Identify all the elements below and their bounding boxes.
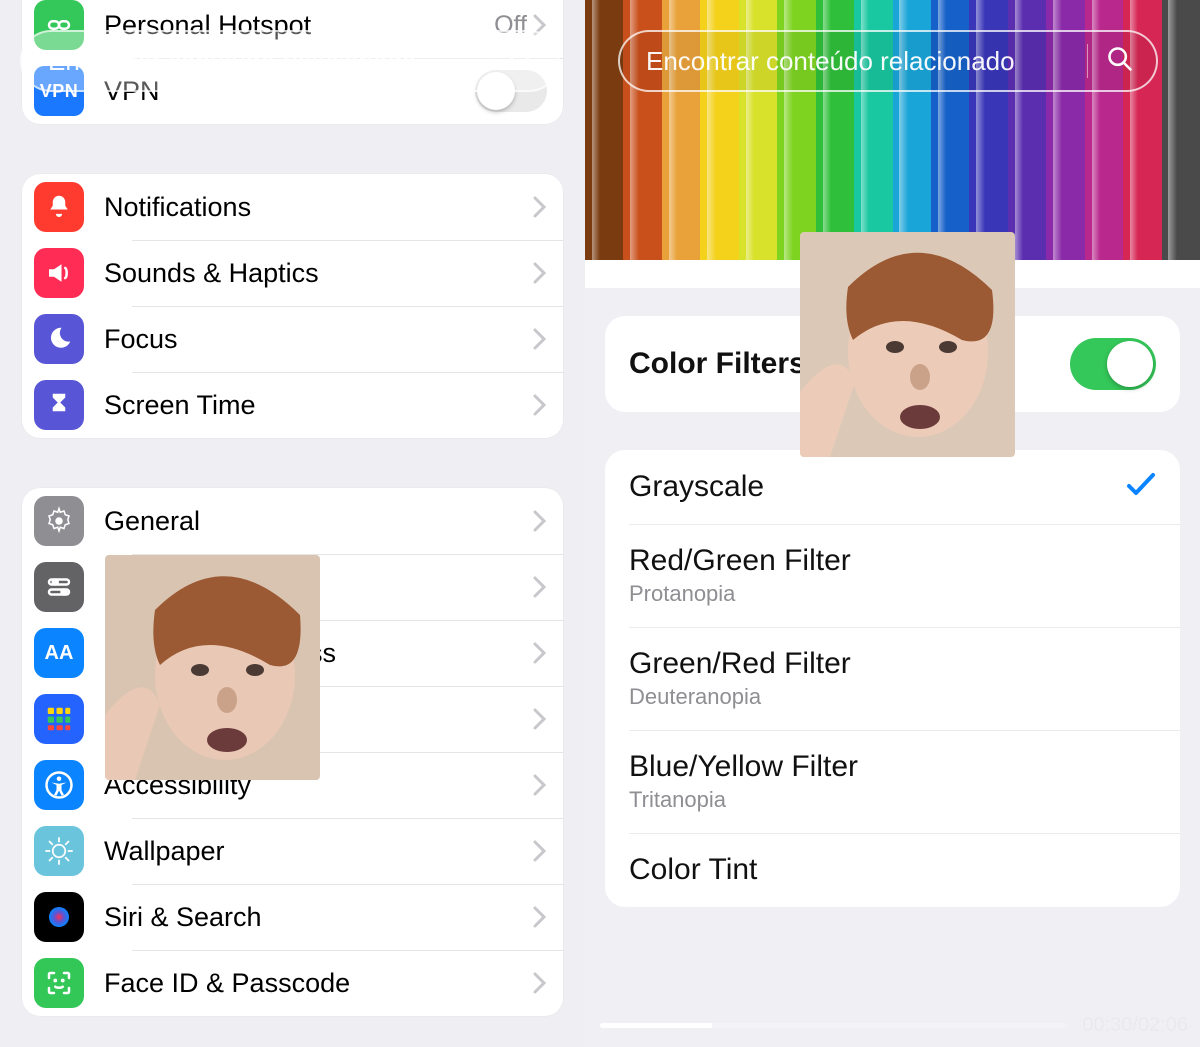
filter-title: Blue/Yellow Filter: [629, 750, 1156, 784]
presenter-video-overlay: [800, 232, 1015, 457]
settings-group-notifications: Notifications Sounds & Haptics Focus: [22, 174, 563, 438]
chevron-right-icon: [533, 840, 547, 862]
row-screen-time[interactable]: Screen Time: [22, 372, 563, 438]
row-label: Face ID & Passcode: [104, 968, 533, 999]
accessibility-icon: [34, 760, 84, 810]
search-icon[interactable]: [1106, 45, 1134, 78]
row-focus[interactable]: Focus: [22, 306, 563, 372]
chevron-right-icon: [533, 972, 547, 994]
bell-icon: [34, 182, 84, 232]
sliders-icon: [34, 562, 84, 612]
siri-icon: [34, 892, 84, 942]
chevron-right-icon: [533, 510, 547, 532]
row-general[interactable]: General: [22, 488, 563, 554]
wallpaper-icon: [34, 826, 84, 876]
row-label: Sounds & Haptics: [104, 258, 533, 289]
filter-title: Red/Green Filter: [629, 544, 1156, 578]
chevron-right-icon: [533, 196, 547, 218]
search-overlay-left[interactable]: Encontrar conteúdo relacionado: [20, 30, 560, 92]
face-id-icon: [34, 958, 84, 1008]
color-filters-toggle[interactable]: [1070, 338, 1156, 390]
checkmark-icon: [1126, 472, 1156, 503]
filter-protanopia[interactable]: Red/Green Filter Protanopia: [605, 524, 1180, 627]
chevron-right-icon: [533, 642, 547, 664]
settings-root-pane: Personal Hotspot Off VPN VPN: [0, 0, 585, 1047]
text-size-icon: AA: [34, 628, 84, 678]
filter-title: Green/Red Filter: [629, 647, 1156, 681]
row-label: Siri & Search: [104, 902, 533, 933]
row-label: General: [104, 506, 533, 537]
moon-icon: [34, 314, 84, 364]
speaker-icon: [34, 248, 84, 298]
filter-title: Grayscale: [629, 470, 1126, 504]
search-overlay-right[interactable]: Encontrar conteúdo relacionado: [618, 30, 1158, 92]
row-face-id-passcode[interactable]: Face ID & Passcode: [22, 950, 563, 1016]
color-filters-list: Grayscale Red/Green Filter Protanopia Gr…: [605, 450, 1180, 907]
search-placeholder: Encontrar conteúdo relacionado: [646, 46, 1069, 77]
search-placeholder: Encontrar conteúdo relacionado: [48, 46, 471, 77]
filter-subtitle: Protanopia: [629, 581, 1156, 607]
search-icon[interactable]: [508, 45, 536, 78]
chevron-right-icon: [533, 394, 547, 416]
filter-tritanopia[interactable]: Blue/Yellow Filter Tritanopia: [605, 730, 1180, 833]
filter-deuteranopia[interactable]: Green/Red Filter Deuteranopia: [605, 627, 1180, 730]
color-pencil: [585, 0, 623, 260]
color-filters-pane: Color Filters Grayscale Red/Green Filter…: [585, 0, 1200, 1047]
chevron-right-icon: [533, 708, 547, 730]
row-label: Focus: [104, 324, 533, 355]
row-label: Notifications: [104, 192, 533, 223]
home-grid-icon: [34, 694, 84, 744]
video-progress[interactable]: [600, 1023, 1068, 1028]
row-siri-search[interactable]: Siri & Search: [22, 884, 563, 950]
row-notifications[interactable]: Notifications: [22, 174, 563, 240]
row-label: Wallpaper: [104, 836, 533, 867]
color-pencil: [1162, 0, 1200, 260]
filter-title: Color Tint: [629, 853, 1156, 887]
chevron-right-icon: [533, 906, 547, 928]
filter-subtitle: Tritanopia: [629, 787, 1156, 813]
filter-grayscale[interactable]: Grayscale: [605, 450, 1180, 524]
chevron-right-icon: [533, 774, 547, 796]
video-timer: 00:30/02:06: [1082, 1014, 1188, 1037]
chevron-right-icon: [533, 328, 547, 350]
chevron-right-icon: [533, 262, 547, 284]
filter-subtitle: Deuteranopia: [629, 684, 1156, 710]
row-label: Screen Time: [104, 390, 533, 421]
gear-icon: [34, 496, 84, 546]
chevron-right-icon: [533, 576, 547, 598]
filter-color-tint[interactable]: Color Tint: [605, 833, 1180, 907]
row-sounds-haptics[interactable]: Sounds & Haptics: [22, 240, 563, 306]
hourglass-icon: [34, 380, 84, 430]
row-wallpaper[interactable]: Wallpaper: [22, 818, 563, 884]
video-footer: 00:30/02:06: [600, 1014, 1188, 1037]
presenter-video-overlay: [105, 555, 320, 780]
